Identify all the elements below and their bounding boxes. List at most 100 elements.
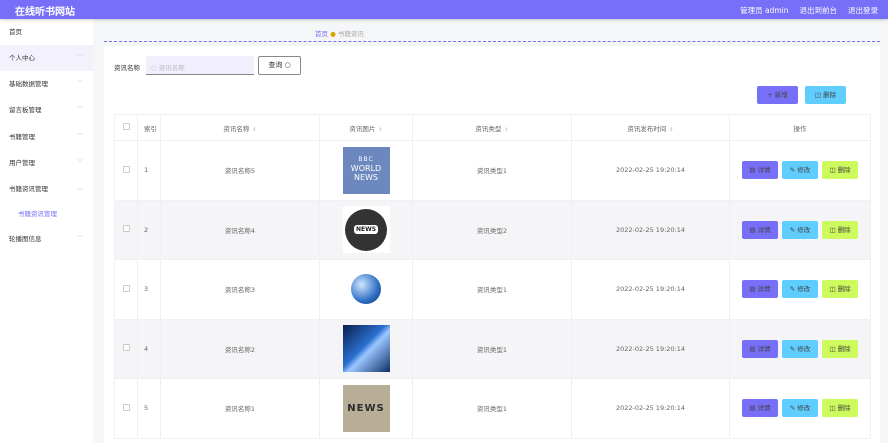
row-name: 资讯名称5	[160, 140, 320, 201]
header-name[interactable]: 资讯名称 ⇕	[160, 114, 320, 141]
delete-button[interactable]: ◫ 删除	[822, 161, 858, 180]
sidebar-item-carousel[interactable]: 轮播图信息 ﹀	[0, 226, 93, 252]
edit-button[interactable]: ✎ 修改	[782, 339, 818, 358]
back-to-front-link[interactable]: 退出到前台	[800, 5, 838, 16]
row-actions: ▤ 详情 ✎ 修改 ◫ 删除	[729, 140, 871, 201]
sidebar-item-label: 个人中心	[9, 54, 35, 62]
row-index: 2	[137, 199, 161, 260]
breadcrumb-separator-icon: ●	[330, 30, 336, 38]
document-icon: ▤	[749, 166, 756, 175]
search-placeholder: 资讯名称	[158, 64, 185, 72]
header-time[interactable]: 资讯发布时间 ⇕	[571, 114, 730, 141]
chevron-down-icon: ﹀	[76, 54, 83, 61]
row-checkbox[interactable]	[122, 225, 130, 233]
chevron-down-icon: ﹀	[76, 80, 83, 87]
sort-icon[interactable]: ⇕	[378, 127, 382, 133]
row-name: 资讯名称3	[160, 259, 320, 320]
table-row: 3 资讯名称3 资讯类型1 2022-02-25 19:20:14 ▤ 详情 ✎ …	[114, 259, 871, 320]
delete-button[interactable]: ◫ 删除	[822, 399, 858, 418]
sidebar-item-book-news[interactable]: 书籍资讯管理 ︿	[0, 176, 93, 202]
row-type: 资讯类型1	[412, 318, 572, 379]
row-name: 资讯名称1	[160, 378, 320, 439]
sort-icon[interactable]: ⇕	[504, 127, 508, 133]
sidebar-item-label: 用户管理	[9, 159, 35, 167]
row-actions: ▤ 详情 ✎ 修改 ◫ 删除	[729, 259, 871, 320]
breadcrumb-current: 书籍资讯	[337, 30, 364, 38]
delete-button[interactable]: ◫ 删除	[822, 280, 858, 299]
row-checkbox[interactable]	[122, 284, 130, 292]
add-button[interactable]: + 新增	[757, 86, 798, 104]
detail-button[interactable]: ▤ 详情	[742, 399, 778, 418]
trash-icon: ◫	[829, 344, 836, 353]
news-table: 索引 资讯名称 ⇕ 资讯图片 ⇕ 资讯类型 ⇕ 资讯发布时间 ⇕ 操作 1 资讯名称5 …	[114, 114, 871, 439]
row-index: 1	[137, 140, 161, 201]
detail-button[interactable]: ▤ 详情	[742, 280, 778, 299]
top-header: 在线听书网站 管理员 admin 退出到前台 退出登录	[0, 0, 888, 19]
sidebar-subitem-book-news[interactable]: 书籍资讯管理	[0, 201, 93, 227]
search-input[interactable]: ○ 资讯名称	[146, 56, 254, 75]
row-checkbox[interactable]	[122, 403, 130, 411]
row-checkbox[interactable]	[122, 344, 130, 352]
header-image[interactable]: 资讯图片 ⇕	[319, 114, 413, 141]
row-time: 2022-02-25 19:20:14	[571, 199, 730, 260]
admin-user-label[interactable]: 管理员 admin	[740, 5, 788, 16]
edit-button[interactable]: ✎ 修改	[782, 220, 818, 239]
breadcrumb: 首页 ● 书籍资讯	[315, 28, 364, 38]
table-row: 1 资讯名称5 BBC WORLD NEWS 资讯类型1 2022-02-25 19…	[114, 140, 871, 201]
table-row: 2 资讯名称4 NEWS 资讯类型2 2022-02-25 19:20:14 ▤…	[114, 199, 871, 260]
sidebar-item-personal-center[interactable]: 个人中心 ﹀	[0, 45, 93, 71]
row-image: NEWS	[319, 199, 413, 260]
news-image	[342, 325, 390, 373]
trash-icon: ◫	[829, 404, 836, 413]
query-label: 查询	[268, 61, 283, 69]
add-label: 新增	[774, 91, 788, 99]
row-index: 3	[137, 259, 161, 320]
row-type: 资讯类型1	[412, 140, 572, 201]
divider	[104, 41, 880, 42]
edit-button[interactable]: ✎ 修改	[782, 280, 818, 299]
edit-button[interactable]: ✎ 修改	[782, 399, 818, 418]
pencil-icon: ✎	[789, 344, 796, 353]
delete-button[interactable]: ◫ 删除	[822, 339, 858, 358]
table-row: 4 资讯名称2 资讯类型1 2022-02-25 19:20:14 ▤ 详情 ✎ …	[114, 318, 871, 379]
header-index: 索引	[137, 114, 161, 141]
pencil-icon: ✎	[789, 285, 796, 294]
sort-icon[interactable]: ⇕	[669, 127, 673, 133]
detail-button[interactable]: ▤ 详情	[742, 220, 778, 239]
row-actions: ▤ 详情 ✎ 修改 ◫ 删除	[729, 199, 871, 260]
batch-delete-button[interactable]: ◫ 删除	[805, 86, 846, 104]
sidebar-item-label: 轮播图信息	[9, 235, 42, 243]
row-time: 2022-02-25 19:20:14	[571, 259, 730, 320]
sidebar-item-basic-data[interactable]: 基础数据管理 ﹀	[0, 71, 93, 97]
sidebar-item-users[interactable]: 用户管理 ﹀	[0, 150, 93, 176]
header-actions: 操作	[729, 114, 871, 141]
pencil-icon: ✎	[789, 404, 796, 413]
select-all-checkbox[interactable]	[122, 123, 130, 130]
search-label: 资讯名称	[114, 64, 140, 72]
header-type[interactable]: 资讯类型 ⇕	[412, 114, 572, 141]
edit-button[interactable]: ✎ 修改	[782, 161, 818, 180]
sidebar-item-books[interactable]: 书籍管理 ﹀	[0, 124, 93, 150]
sidebar-item-message-board[interactable]: 留言板管理 ﹀	[0, 97, 93, 123]
breadcrumb-home[interactable]: 首页	[315, 30, 328, 38]
pencil-icon: ✎	[789, 225, 796, 234]
logout-link[interactable]: 退出登录	[848, 5, 878, 16]
detail-button[interactable]: ▤ 详情	[742, 339, 778, 358]
sidebar-item-home[interactable]: 首页	[0, 19, 93, 45]
query-button[interactable]: 查询 ○	[258, 56, 301, 75]
row-index: 5	[137, 378, 161, 439]
row-time: 2022-02-25 19:20:14	[571, 378, 730, 439]
row-image	[319, 318, 413, 379]
news-image	[343, 266, 390, 313]
delete-button[interactable]: ◫ 删除	[822, 220, 858, 239]
row-image: NEWS	[319, 378, 413, 439]
sort-icon[interactable]: ⇕	[252, 127, 256, 133]
delete-label: 删除	[823, 91, 837, 99]
chevron-up-icon: ︿	[76, 185, 83, 192]
site-title: 在线听书网站	[15, 7, 75, 18]
sidebar-item-label: 书籍管理	[9, 133, 35, 141]
row-checkbox[interactable]	[122, 165, 130, 173]
sidebar: 首页 个人中心 ﹀ 基础数据管理 ﹀ 留言板管理 ﹀ 书籍管理 ﹀ 用户管理 ﹀ 书籍资讯…	[0, 19, 93, 443]
row-image: BBC WORLD NEWS	[319, 140, 413, 201]
detail-button[interactable]: ▤ 详情	[742, 161, 778, 180]
